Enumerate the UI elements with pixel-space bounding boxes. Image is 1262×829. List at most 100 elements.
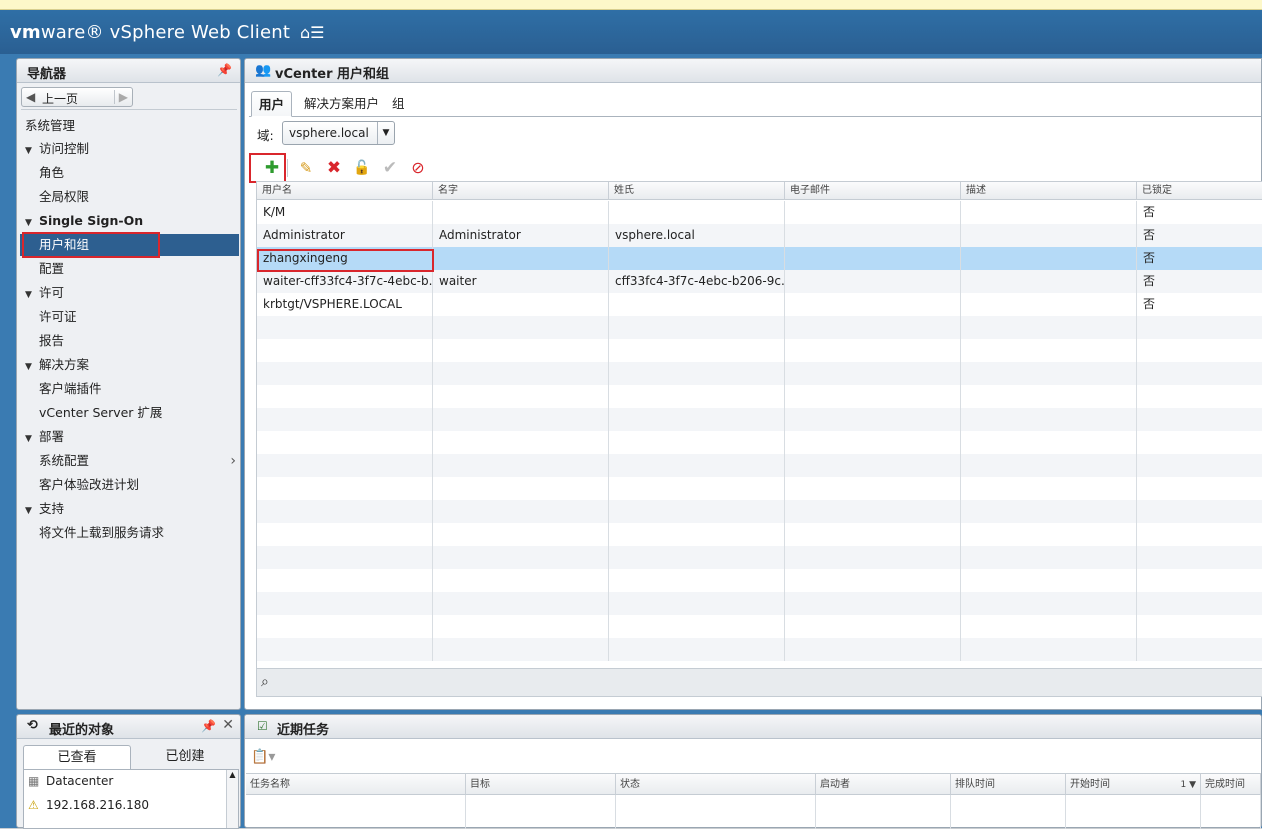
recent-objects-list: ▦ Datacenter ⚠ 192.168.216.180 ▲ [23, 769, 239, 829]
domain-select[interactable]: vsphere.local ▼ [282, 121, 395, 145]
task-column [616, 795, 816, 829]
table-cell [609, 339, 785, 362]
table-cell [785, 339, 961, 362]
pin-icon[interactable]: 📌 [201, 719, 216, 733]
column-header[interactable]: 姓氏 [609, 182, 785, 200]
forward-arrow-icon[interactable]: ▶ [113, 90, 128, 104]
table-cell [609, 569, 785, 592]
sidebar-item[interactable]: ▼ 部署 [17, 426, 240, 448]
sidebar-item[interactable]: 配置 [17, 258, 240, 280]
task-column-header[interactable]: 启动者 [816, 773, 951, 795]
list-item[interactable]: ▦ Datacenter [28, 770, 113, 792]
sidebar-item[interactable]: 系统管理 [17, 115, 240, 137]
table-cell [961, 500, 1137, 523]
history-icon: ⟲ [27, 718, 38, 733]
table-cell [257, 431, 433, 454]
expand-triangle-icon[interactable]: ▼ [25, 140, 39, 162]
edit-pencil-icon[interactable]: ✎ [295, 157, 317, 179]
sort-indicator[interactable]: 1 ▼ [1180, 774, 1196, 796]
table-cell [1137, 362, 1262, 385]
close-icon[interactable]: ✕ [222, 717, 234, 733]
task-column [466, 795, 616, 829]
table-cell [433, 477, 609, 500]
table-cell [433, 201, 609, 224]
column-header[interactable]: 用户名 [257, 182, 433, 200]
table-cell [1137, 408, 1262, 431]
table-row[interactable]: krbtgt/VSPHERE.LOCAL 否 [257, 293, 1262, 316]
add-highlight-box [249, 153, 286, 183]
task-column-header[interactable]: 任务名称 [246, 773, 466, 795]
table-cell [609, 247, 785, 270]
task-column-header[interactable]: 开始时间 1 ▼ [1066, 773, 1201, 795]
table-cell [609, 523, 785, 546]
sidebar-item[interactable]: ▼ Single Sign-On [17, 210, 240, 232]
task-column-header[interactable]: 目标 [466, 773, 616, 795]
tab-viewed[interactable]: 已查看 [23, 745, 131, 769]
recent-objects-title: 最近的对象 [49, 723, 115, 738]
column-header[interactable]: 已锁定 [1137, 182, 1262, 200]
main-panel: 👥 vCenter 用户和组 用户 解决方案用户 组 域: vsphere.lo… [244, 58, 1262, 710]
table-cell [961, 477, 1137, 500]
table-row[interactable]: waiter-cff33fc4-3f7c-4ebc-b... waiter cff3… [257, 270, 1262, 293]
table-cell [785, 431, 961, 454]
expand-triangle-icon[interactable]: ▼ [25, 356, 39, 378]
table-row[interactable]: Administrator Administrator vsphere.local 否 [257, 224, 1262, 247]
expand-triangle-icon[interactable]: ▼ [25, 212, 39, 234]
task-column-header[interactable]: 状态 [616, 773, 816, 795]
table-cell [785, 362, 961, 385]
sidebar-item[interactable]: ▼ 许可 [17, 282, 240, 304]
sidebar-item[interactable]: vCenter Server 扩展 [17, 402, 240, 424]
tab-users[interactable]: 用户 [251, 91, 293, 117]
pin-icon[interactable]: 📌 [217, 63, 232, 77]
table-cell [785, 592, 961, 615]
unlock-icon[interactable]: 🔓 [351, 157, 373, 179]
table-row[interactable]: K/M 否 [257, 201, 1262, 224]
column-header[interactable]: 电子邮件 [785, 182, 961, 200]
sidebar-item[interactable]: ▼ 支持 [17, 498, 240, 520]
sidebar-item-label: 角色 [39, 165, 65, 180]
task-column-header[interactable]: 完成时间 [1201, 773, 1261, 795]
table-cell [1137, 638, 1262, 661]
binoculars-icon[interactable]: ⌕ [261, 674, 269, 690]
tab-solution-users[interactable]: 解决方案用户 [297, 91, 386, 117]
sidebar-item[interactable]: 许可证 [17, 306, 240, 328]
list-item[interactable]: ⚠ 192.168.216.180 [28, 794, 149, 816]
sidebar-item[interactable]: 报告 [17, 330, 240, 352]
sidebar-item[interactable]: 客户体验改进计划 [17, 474, 240, 496]
sidebar-item[interactable]: 角色 [17, 162, 240, 184]
table-cell: 否 [1137, 270, 1262, 293]
enable-check-icon[interactable]: ✔ [379, 157, 401, 179]
tab-groups[interactable]: 组 [385, 91, 412, 117]
sidebar-item[interactable]: 客户端插件 [17, 378, 240, 400]
table-cell [433, 569, 609, 592]
back-button[interactable]: ◀ 上一页 ▶ [21, 87, 133, 107]
sidebar-item-label: 客户体验改进计划 [39, 477, 140, 492]
chevron-right-icon[interactable]: › [230, 450, 236, 472]
sidebar-item[interactable]: ▼ 访问控制 [17, 138, 240, 160]
table-cell [961, 385, 1137, 408]
column-header[interactable]: 描述 [961, 182, 1137, 200]
sidebar-item[interactable]: 系统配置 › [17, 450, 240, 472]
column-header[interactable]: 名字 [433, 182, 609, 200]
task-filter-icon[interactable]: 📋▾ [251, 749, 275, 765]
table-cell [433, 339, 609, 362]
scrollbar[interactable]: ▲ [226, 770, 238, 828]
table-cell [609, 362, 785, 385]
sidebar-item[interactable]: 全局权限 [17, 186, 240, 208]
expand-triangle-icon[interactable]: ▼ [25, 284, 39, 306]
sidebar-item-label: 配置 [39, 261, 65, 276]
home-menu-icon[interactable]: ⌂☰ [300, 23, 325, 42]
sidebar-item-label: 部署 [39, 429, 65, 444]
table-cell [433, 523, 609, 546]
sidebar-item[interactable]: 将文件上载到服务请求 [17, 522, 240, 544]
chevron-down-icon[interactable]: ▼ [377, 122, 394, 144]
sidebar-item[interactable]: ▼ 解决方案 [17, 354, 240, 376]
disable-icon[interactable]: ⊘ [407, 157, 429, 179]
tab-created[interactable]: 已创建 [131, 745, 239, 769]
expand-triangle-icon[interactable]: ▼ [25, 500, 39, 522]
back-label: 上一页 [42, 92, 79, 106]
expand-triangle-icon[interactable]: ▼ [25, 428, 39, 450]
delete-icon[interactable]: ✖ [323, 157, 345, 179]
recent-tasks-header: ☑ 近期任务 [245, 715, 1261, 739]
task-column-header[interactable]: 排队时间 [951, 773, 1066, 795]
